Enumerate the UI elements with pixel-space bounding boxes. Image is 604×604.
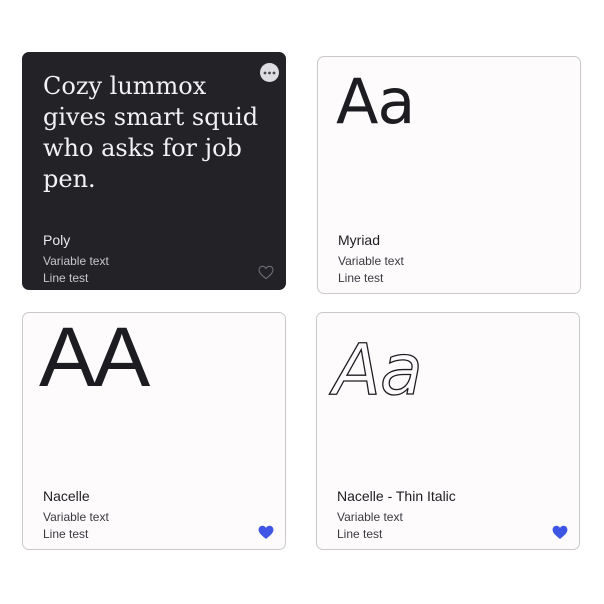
variable-text-label: Variable text: [337, 510, 403, 524]
font-name: Poly: [43, 232, 71, 248]
more-options-button[interactable]: [260, 63, 279, 82]
font-card-grid: Cozy lummox gives smart squid who asks f…: [0, 0, 604, 604]
line-test-label: Line test: [338, 271, 384, 285]
sample-glyphs: Aa: [332, 329, 423, 411]
favorite-button[interactable]: [552, 525, 568, 540]
font-name: Myriad: [338, 232, 381, 248]
font-card-nacelle[interactable]: AA Nacelle Variable text Line test: [22, 312, 286, 550]
favorite-button[interactable]: [258, 525, 274, 540]
heart-outline-icon: [258, 265, 274, 280]
font-name: Nacelle - Thin Italic: [337, 488, 456, 504]
variable-text-label: Variable text: [338, 254, 404, 268]
font-card-myriad[interactable]: Aa Myriad Variable text Line test: [317, 56, 581, 294]
variable-text-label: Variable text: [43, 254, 109, 268]
font-card-poly[interactable]: Cozy lummox gives smart squid who asks f…: [22, 52, 286, 290]
sample-text: Cozy lummox gives smart squid who asks f…: [43, 72, 259, 193]
heart-filled-icon: [552, 525, 568, 539]
variable-text-label: Variable text: [43, 510, 109, 524]
line-test-label: Line test: [43, 527, 89, 541]
sample-glyphs: AA: [39, 312, 150, 404]
more-horizontal-icon: [263, 71, 276, 74]
favorite-button[interactable]: [258, 265, 274, 280]
heart-filled-icon: [258, 525, 274, 539]
font-name: Nacelle: [43, 488, 90, 504]
line-test-label: Line test: [337, 527, 383, 541]
sample-glyphs: Aa: [336, 65, 415, 138]
line-test-label: Line test: [43, 271, 89, 285]
font-card-nacelle-thin-italic[interactable]: Aa Nacelle - Thin Italic Variable text L…: [316, 312, 580, 550]
